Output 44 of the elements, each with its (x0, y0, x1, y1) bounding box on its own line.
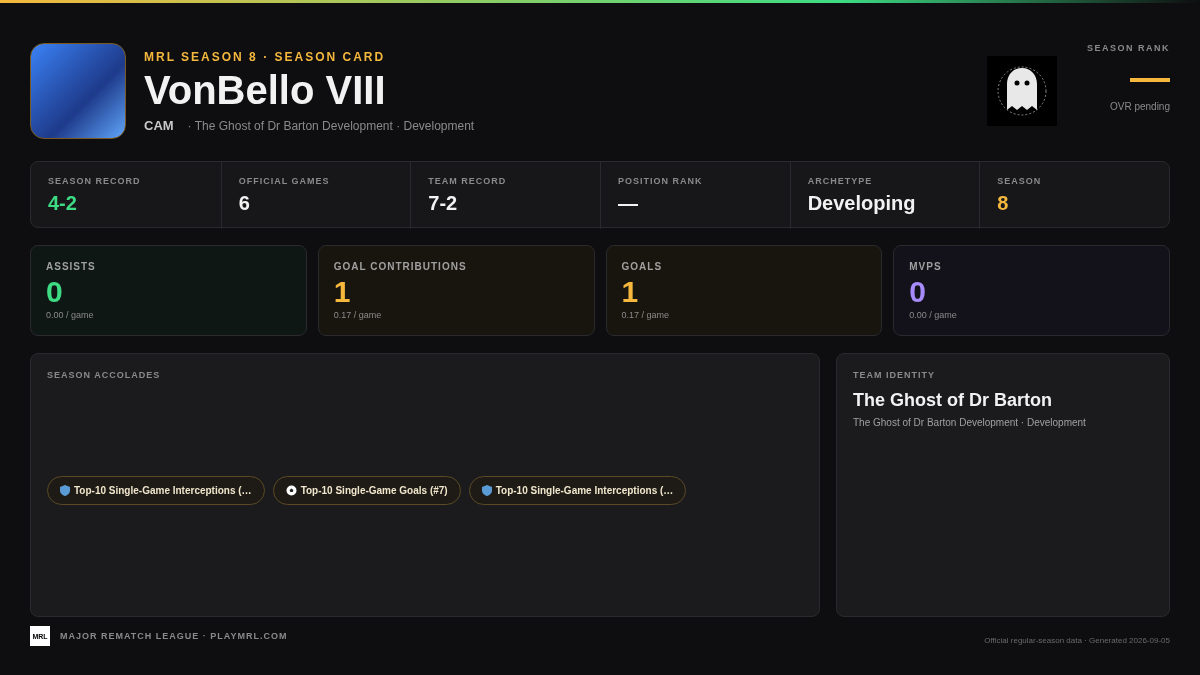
stat-label: GOAL CONTRIBUTIONS (333, 261, 468, 272)
stat-value: 0 (909, 276, 927, 308)
panel-title: SEASON ACCOLADES (47, 370, 162, 380)
ghost-logo (987, 56, 1057, 126)
per-game-text: 0.17 / game (621, 310, 671, 320)
position-text: CAM (144, 117, 174, 133)
team-subtitle: The Ghost of Dr Barton Development · Development (853, 417, 1087, 428)
accolade-chip: Top-10 Single-Game Interceptions (… (47, 475, 265, 505)
summary-label: TEAM RECORD (428, 176, 508, 186)
rank-label: SEASON RANK (1087, 43, 1170, 53)
league-text: MAJOR REMATCH LEAGUE · PLAYMRL.COM (60, 631, 289, 641)
summary-label: SEASON (997, 176, 1043, 186)
per-game-text: 0.17 / game (333, 310, 383, 320)
summary-label: SEASON RECORD (48, 176, 142, 186)
shield-icon (60, 484, 70, 496)
summary-value: 6 (238, 192, 251, 215)
summary-value: 4-2 (48, 192, 78, 215)
rank-value: — (1130, 57, 1170, 97)
summary-label: ARCHETYPE (807, 176, 874, 186)
stat-label: ASSISTS (46, 261, 97, 272)
summary-value: — (618, 192, 639, 215)
stat-value: 0 (46, 276, 64, 308)
summary-value: Developing (807, 192, 917, 215)
stat-label: MVPS (909, 261, 943, 272)
summary-label: OFFICIAL GAMES (238, 176, 331, 186)
summary-value: 7-2 (428, 192, 459, 215)
per-game-text: 0.00 / game (46, 310, 95, 320)
stat-value: 1 (621, 276, 640, 308)
per-game-text: 0.00 / game (909, 310, 958, 320)
shield-icon (481, 484, 492, 496)
summary-label: POSITION RANK (618, 176, 704, 186)
accolade-chip: Top-10 Single-Game Goals (#7) (272, 475, 461, 505)
summary-value: 8 (997, 192, 1010, 215)
team-text: · The Ghost of Dr Barton Development · Development (187, 118, 475, 133)
eyebrow-text: MRL SEASON 8 · SEASON CARD (144, 49, 387, 64)
stat-value: 1 (333, 276, 352, 308)
stat-label: GOALS (621, 261, 664, 272)
accolade-chip: Top-10 Single-Game Interceptions (… (468, 475, 687, 505)
panel-title: TEAM IDENTITY (853, 370, 936, 380)
footer-note: Official regular-season data · Generated 2026-09-05 (984, 635, 1170, 645)
soccer-ball-icon (285, 484, 297, 496)
rank-note: OVR pending (1109, 101, 1170, 112)
player-name: VonBello VIII (144, 66, 387, 114)
team-name: The Ghost of Dr Barton (853, 390, 1053, 411)
